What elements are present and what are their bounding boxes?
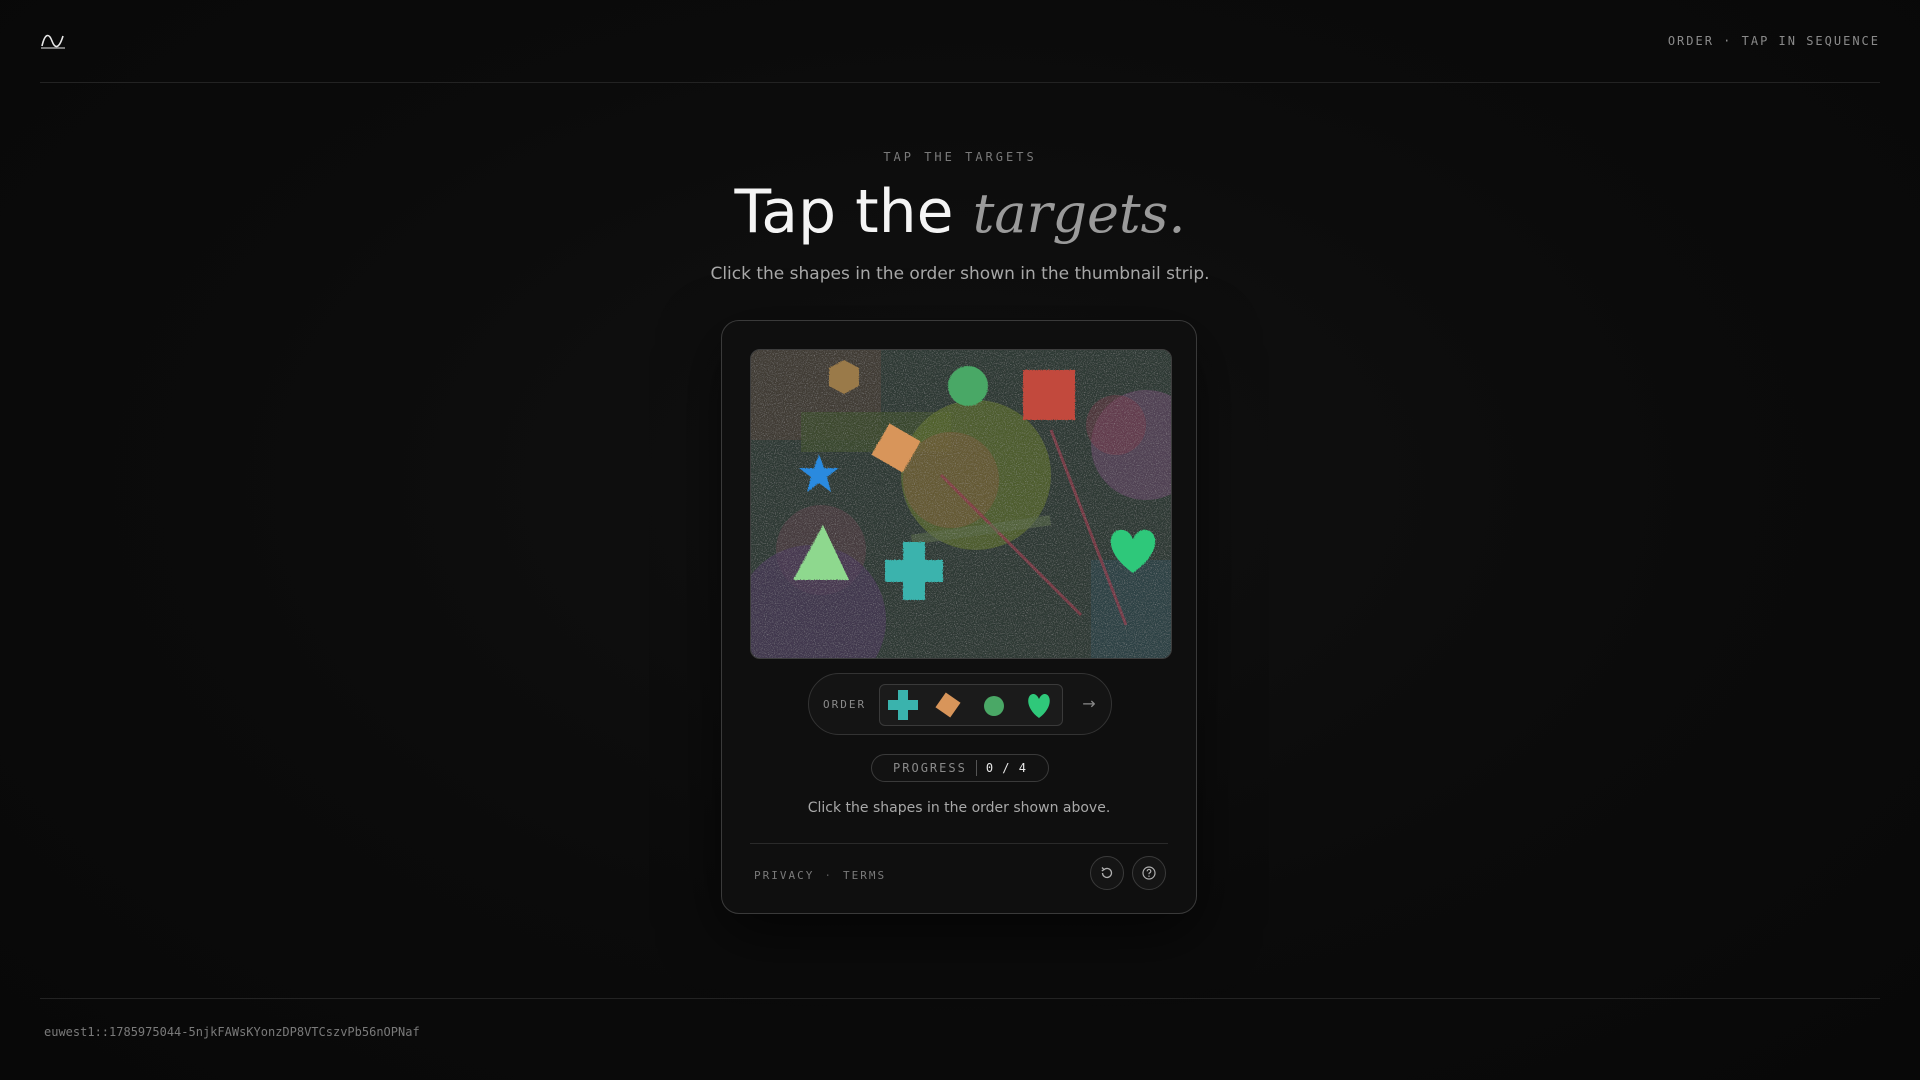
session-id: euwest1::1785975044-5njkFAWsKYonzDP8VTCs… (44, 1025, 420, 1039)
progress-label: PROGRESS (893, 761, 967, 775)
title-main: Tap the (734, 177, 954, 247)
green-circle-thumbnail (983, 696, 1004, 716)
top-bar: ORDER · TAP IN SEQUENCE (40, 0, 1880, 83)
help-icon (1142, 866, 1156, 880)
red-square-shape[interactable] (1023, 370, 1075, 420)
order-label: ORDER (823, 698, 867, 711)
title-accent: targets. (972, 182, 1186, 245)
bg-right-panel (1091, 560, 1171, 658)
green-heart-thumbnail (1028, 693, 1051, 718)
wave-logo-icon[interactable] (40, 31, 66, 51)
page-subtitle: Click the shapes in the order shown in t… (710, 264, 1210, 284)
progress-indicator: PROGRESS 0 / 4 (871, 754, 1049, 782)
hero: TAP THE TARGETS Tap the targets. Click t… (0, 150, 1920, 284)
page-title: Tap the targets. (0, 182, 1920, 242)
card-divider (750, 843, 1168, 844)
progress-separator (975, 760, 977, 776)
refresh-button[interactable] (1090, 856, 1124, 890)
captcha-card: ORDER → PROGRESS 0 / 4 Click the shapes … (721, 320, 1197, 914)
eyebrow: TAP THE TARGETS (883, 150, 1037, 164)
bottom-divider (40, 998, 1880, 999)
teal-cross-thumbnail (887, 690, 918, 720)
terms-link[interactable]: TERMS (843, 869, 886, 882)
bg-red-circle (1086, 395, 1146, 455)
footer-links: PRIVACY · TERMS (754, 869, 886, 882)
instruction-text: Click the shapes in the order shown abov… (807, 800, 1111, 816)
progress-value: 0 / 4 (985, 761, 1027, 775)
privacy-link[interactable]: PRIVACY (754, 869, 814, 882)
orange-diamond-thumbnail (935, 692, 961, 718)
link-separator: · (824, 869, 833, 882)
order-strip: ORDER → (808, 673, 1112, 735)
arrow-right-icon[interactable]: → (1077, 692, 1101, 716)
green-circle-shape[interactable] (948, 366, 988, 406)
refresh-icon (1101, 867, 1113, 879)
shape-canvas[interactable] (750, 349, 1172, 659)
order-thumbnails (879, 684, 1063, 726)
mode-label: ORDER · TAP IN SEQUENCE (1667, 34, 1880, 48)
help-button[interactable] (1132, 856, 1166, 890)
